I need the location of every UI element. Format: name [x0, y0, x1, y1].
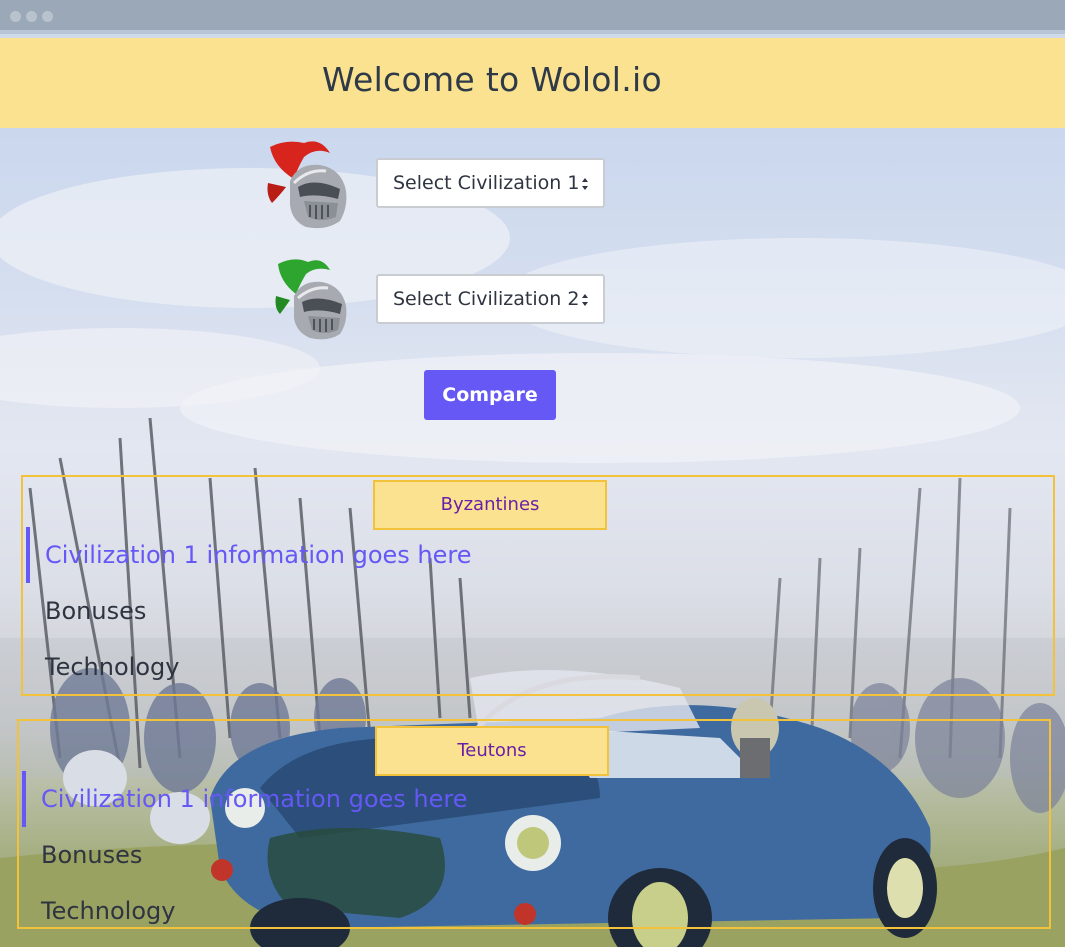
civ1-select-value: Select Civilization 1	[393, 172, 580, 194]
green-plumed-helmet-icon	[272, 256, 352, 346]
civ1-technology-item[interactable]: Technology	[45, 653, 179, 681]
page-title: Welcome to Wolol.io	[321, 60, 663, 99]
civ2-bonuses-item[interactable]: Bonuses	[41, 841, 142, 869]
civ1-bonuses-item[interactable]: Bonuses	[45, 597, 146, 625]
red-plumed-helmet-icon	[264, 137, 350, 235]
civ1-info-text: Civilization 1 information goes here	[26, 527, 471, 583]
window-dot-icon[interactable]	[26, 11, 37, 22]
civ1-name-badge: Byzantines	[373, 480, 607, 530]
civ2-technology-item[interactable]: Technology	[41, 897, 175, 925]
select-arrows-icon	[582, 178, 588, 190]
civ2-select[interactable]: Select Civilization 2	[376, 274, 605, 324]
page-header: Welcome to Wolol.io	[0, 38, 1065, 128]
civ2-info-text: Civilization 1 information goes here	[22, 771, 467, 827]
select-arrows-icon	[582, 294, 588, 306]
compare-button[interactable]: Compare	[424, 370, 556, 420]
civ1-select[interactable]: Select Civilization 1	[376, 158, 605, 208]
window-dot-icon[interactable]	[42, 11, 53, 22]
civ2-select-value: Select Civilization 2	[393, 288, 580, 310]
window-titlebar	[0, 0, 1065, 34]
window-dot-icon[interactable]	[10, 11, 21, 22]
civ2-name-badge: Teutons	[375, 726, 609, 776]
